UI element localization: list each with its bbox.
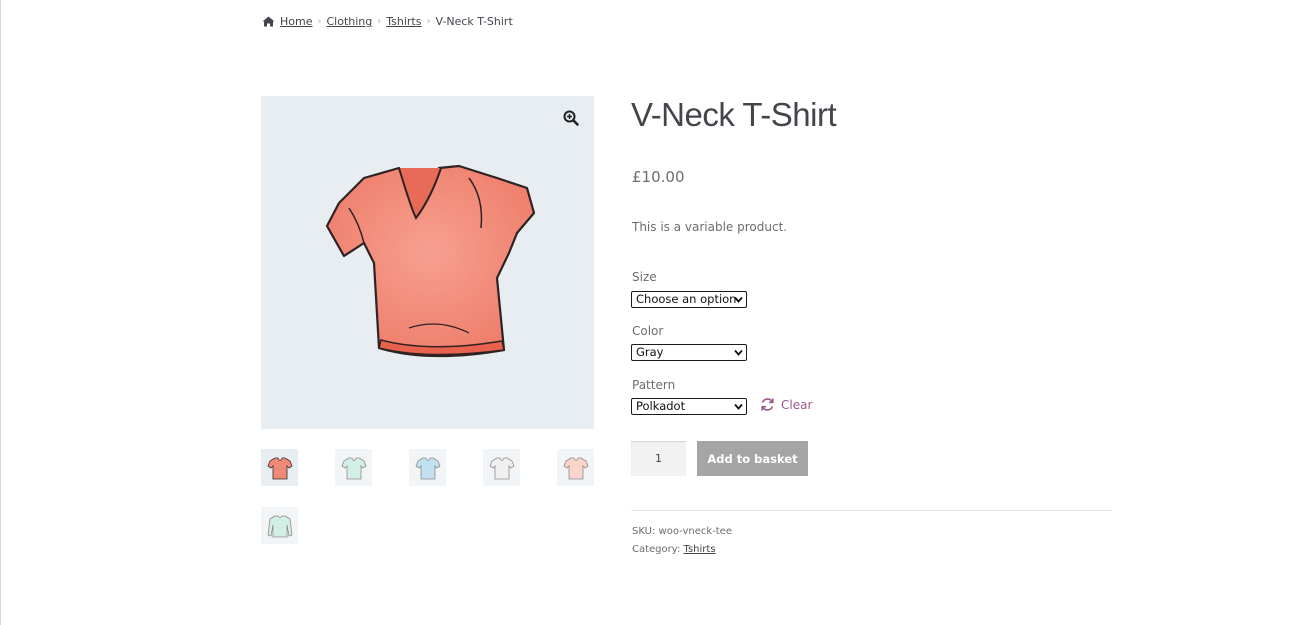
page-left-border <box>0 0 1 625</box>
thumbnail[interactable] <box>261 449 298 486</box>
thumbnail[interactable] <box>483 449 520 486</box>
product-description: This is a variable product. <box>632 220 788 234</box>
pattern-select[interactable]: Polkadot <box>631 398 747 415</box>
zoom-in-icon[interactable] <box>563 110 579 126</box>
tshirt-thumbnail-pink <box>563 457 588 479</box>
product-category: Category: Tshirts <box>632 544 716 555</box>
color-select[interactable]: Gray <box>631 344 747 361</box>
quantity-input[interactable]: 1 <box>631 441 686 476</box>
tshirt-image <box>325 164 535 358</box>
thumbnail[interactable] <box>409 449 446 486</box>
refresh-icon <box>761 398 774 411</box>
category-label: Category: <box>632 544 681 555</box>
product-price: £10.00 <box>632 168 685 186</box>
product-sku: SKU: woo-vneck-tee <box>632 526 732 537</box>
category-link[interactable]: Tshirts <box>684 544 716 555</box>
breadcrumb-home-link[interactable]: Home <box>280 15 312 28</box>
add-to-basket-button[interactable]: Add to basket <box>697 441 808 476</box>
thumbnail[interactable] <box>557 449 594 486</box>
thumbnail[interactable] <box>335 449 372 486</box>
breadcrumb-separator: › <box>377 16 382 27</box>
size-select-value: Choose an option <box>636 292 737 306</box>
longsleeve-thumbnail-mint <box>267 515 292 537</box>
clear-variations-link[interactable]: Clear <box>760 397 812 412</box>
meta-divider <box>631 510 1112 511</box>
breadcrumb-current: V-Neck T-Shirt <box>435 15 513 28</box>
pattern-select-value: Polkadot <box>636 399 686 413</box>
breadcrumb-tshirts-link[interactable]: Tshirts <box>386 15 421 28</box>
chevron-down-icon <box>734 296 743 303</box>
home-icon <box>262 16 275 27</box>
size-select[interactable]: Choose an option <box>631 291 747 308</box>
chevron-down-icon <box>734 403 743 410</box>
tshirt-thumbnail-gray <box>489 457 514 479</box>
breadcrumb-separator: › <box>426 16 431 27</box>
breadcrumb-clothing-link[interactable]: Clothing <box>326 15 372 28</box>
product-title: V-Neck T-Shirt <box>631 96 837 133</box>
pattern-label: Pattern <box>632 378 676 392</box>
thumbnail[interactable] <box>261 507 298 544</box>
sku-value: woo-vneck-tee <box>658 526 732 537</box>
color-select-value: Gray <box>636 345 664 359</box>
breadcrumb-separator: › <box>317 16 322 27</box>
tshirt-thumbnail-mint <box>341 457 366 479</box>
sku-label: SKU: <box>632 526 656 537</box>
chevron-down-icon <box>734 349 743 356</box>
tshirt-thumbnail-blue <box>415 457 440 479</box>
color-label: Color <box>632 324 664 338</box>
breadcrumb: Home › Clothing › Tshirts › V-Neck T-Shi… <box>262 15 513 28</box>
clear-label: Clear <box>781 397 813 412</box>
tshirt-thumbnail-coral <box>267 457 292 479</box>
size-label: Size <box>632 270 657 284</box>
product-main-image[interactable] <box>261 96 594 429</box>
